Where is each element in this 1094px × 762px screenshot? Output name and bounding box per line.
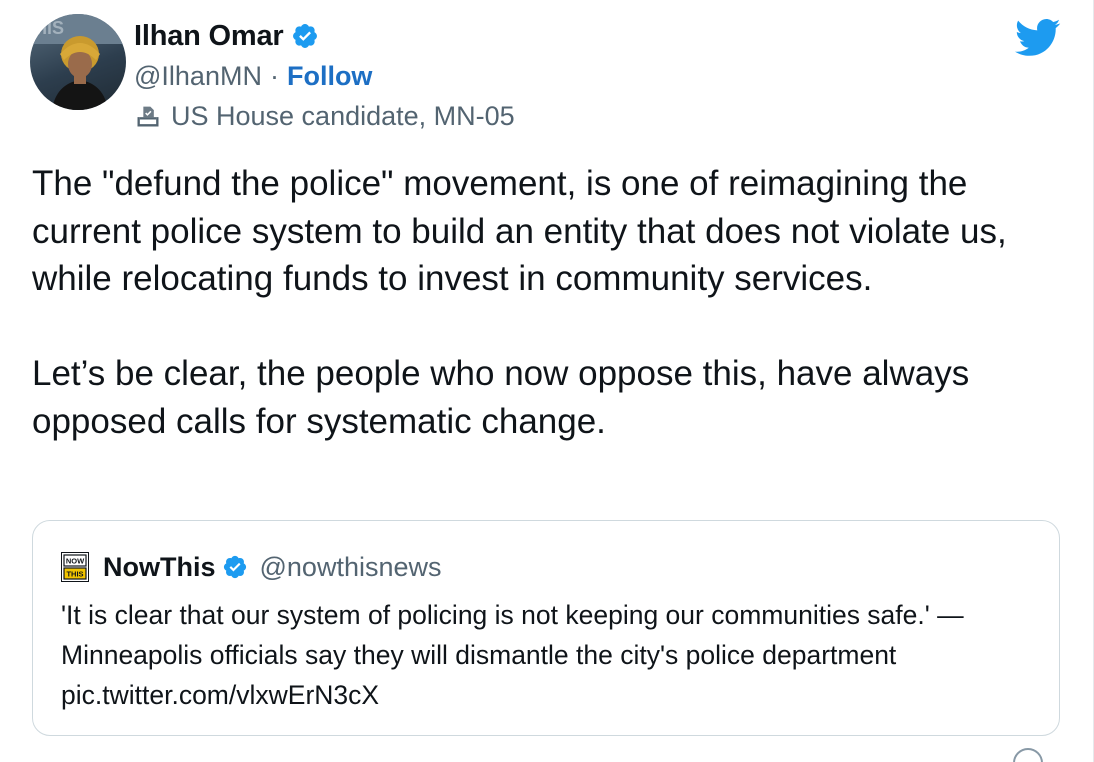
- nowthis-logo-text-top: NOW: [66, 557, 85, 566]
- separator-dot: ·: [269, 60, 279, 91]
- account-label-row: US House candidate, MN-05: [134, 96, 515, 136]
- tweet-paragraph-2: Let’s be clear, the people who now oppos…: [32, 354, 970, 441]
- tweet-paragraph-1: The "defund the police" movement, is one…: [32, 164, 1007, 298]
- twitter-bird-icon[interactable]: [1015, 18, 1061, 58]
- nowthis-logo-icon: NOW THIS: [61, 552, 89, 582]
- follow-button[interactable]: Follow: [287, 61, 372, 92]
- verified-badge-icon: [292, 24, 317, 48]
- tweet-body: The "defund the police" movement, is one…: [32, 160, 1052, 445]
- embedded-tweet-card: nlS Ilhan Omar @IlhanMN · Follow US Hous…: [0, 0, 1094, 762]
- person-avatar-icon: nlS: [30, 14, 126, 110]
- quoted-author-handle[interactable]: @nowthisnews: [260, 552, 442, 583]
- svg-text:nlS: nlS: [36, 18, 64, 38]
- author-name-row: Ilhan Omar: [134, 16, 319, 56]
- quoted-author-name[interactable]: NowThis: [103, 552, 216, 583]
- quoted-tweet-header: NOW THIS NowThis @nowthisnews: [61, 549, 442, 585]
- account-label: US House candidate, MN-05: [171, 100, 515, 131]
- verified-badge-icon: [223, 555, 246, 579]
- ballot-box-icon: [137, 106, 159, 127]
- quoted-tweet[interactable]: NOW THIS NowThis @nowthisnews 'It is cle…: [32, 520, 1060, 736]
- author-handle-row: @IlhanMN · Follow: [134, 56, 372, 96]
- nowthis-logo-text-bottom: THIS: [66, 570, 83, 579]
- avatar[interactable]: nlS: [30, 14, 126, 110]
- quoted-tweet-text: 'It is clear that our system of policing…: [61, 600, 964, 710]
- author-handle[interactable]: @IlhanMN: [134, 61, 262, 92]
- info-circle-icon[interactable]: [1013, 748, 1043, 762]
- author-name[interactable]: Ilhan Omar: [134, 20, 284, 53]
